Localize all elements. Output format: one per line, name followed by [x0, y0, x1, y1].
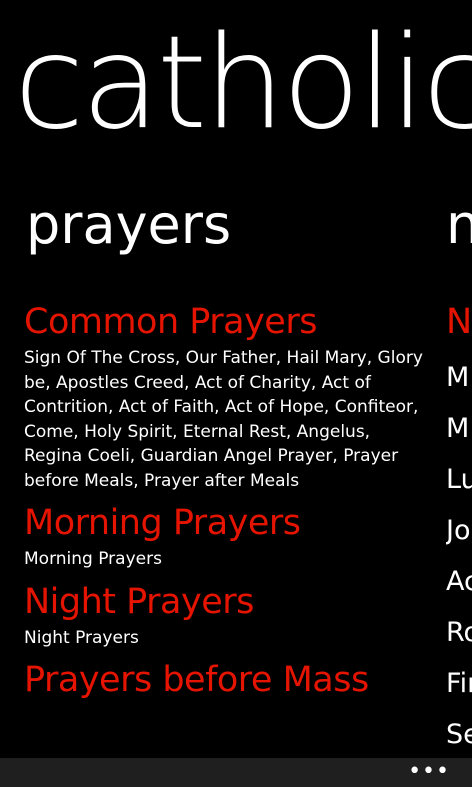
next-panel-item[interactable]: M: [446, 403, 472, 454]
next-panel-item[interactable]: Lu: [446, 454, 472, 505]
next-panel-item[interactable]: Jo: [446, 505, 472, 556]
next-panel-item[interactable]: Ac: [446, 556, 472, 607]
list-item-title: Prayers before Mass: [24, 660, 369, 700]
list-item-description: Sign Of The Cross, Our Father, Hail Mary…: [24, 348, 423, 491]
app-bar: •••: [0, 758, 472, 787]
list-item-morning-prayers[interactable]: Morning Prayers Morning Prayers: [24, 499, 424, 572]
list-item-common-prayers[interactable]: Common Prayers Sign Of The Cross, Our Fa…: [24, 298, 424, 493]
next-panel-item[interactable]: M: [446, 352, 472, 403]
next-panel-item[interactable]: Se: [446, 709, 472, 760]
list-item-title: Morning Prayers: [24, 503, 301, 543]
list-item-title: Common Prayers: [24, 302, 317, 342]
next-panel-list: N M M Lu Jo Ac Ro Fir Se: [446, 298, 472, 760]
list-item-description: Night Prayers: [24, 627, 139, 648]
next-panel-item[interactable]: Fir: [446, 658, 472, 709]
prayers-list: Common Prayers Sign Of The Cross, Our Fa…: [24, 298, 424, 710]
more-options-icon[interactable]: •••: [408, 761, 450, 783]
pivot-header-prayers[interactable]: prayers: [26, 190, 231, 260]
pivot-header-next[interactable]: n: [446, 190, 472, 260]
list-item-title: Night Prayers: [24, 581, 254, 622]
list-item-description: Morning Prayers: [24, 549, 162, 569]
next-panel-title[interactable]: N: [446, 298, 472, 352]
list-item-night-prayers[interactable]: Night Prayers Night Prayers: [24, 578, 424, 651]
list-item-prayers-before-mass[interactable]: Prayers before Mass: [24, 656, 424, 704]
next-panel-item[interactable]: Ro: [446, 607, 472, 658]
app-title: catholic: [14, 9, 472, 158]
